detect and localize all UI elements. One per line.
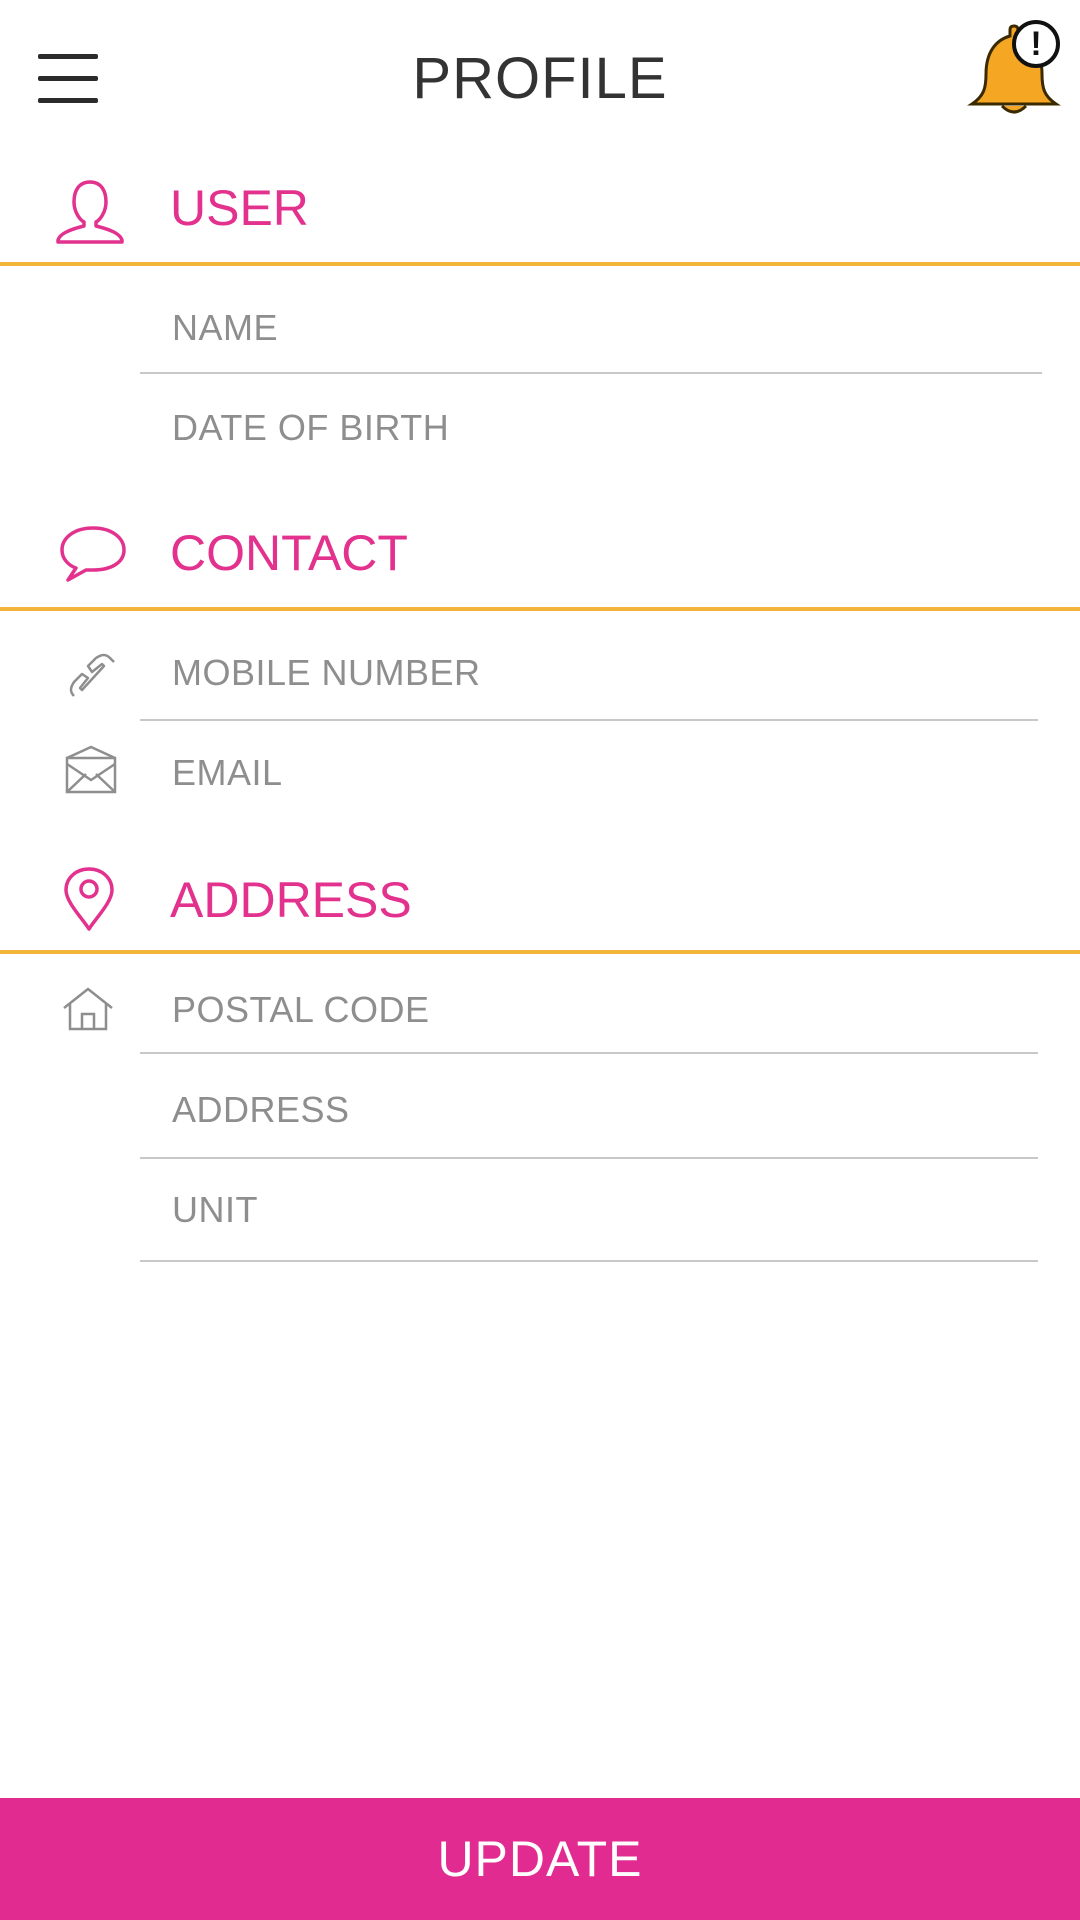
section-divider (0, 607, 1080, 611)
field-underline (140, 1157, 1038, 1159)
notification-badge: ! (1012, 20, 1060, 68)
speech-bubble-icon (58, 524, 128, 587)
email-icon (64, 744, 118, 801)
section-divider (0, 262, 1080, 266)
section-title-user: USER (170, 180, 309, 236)
field-underline (140, 719, 1038, 721)
postal-code-field[interactable]: POSTAL CODE (172, 988, 430, 1032)
field-underline (140, 1052, 1038, 1054)
notification-button[interactable]: ! (962, 16, 1072, 116)
field-underline (140, 1260, 1038, 1262)
unit-field[interactable]: UNIT (172, 1188, 258, 1232)
section-title-contact: CONTACT (170, 525, 408, 581)
name-field[interactable]: NAME (172, 306, 278, 350)
location-pin-icon (62, 866, 116, 937)
email-field[interactable]: EMAIL (172, 751, 283, 795)
page-title: PROFILE (412, 46, 668, 111)
address-field[interactable]: ADDRESS (172, 1088, 350, 1132)
phone-icon (66, 650, 118, 705)
home-icon (60, 986, 116, 1037)
field-underline (140, 372, 1042, 374)
user-icon (54, 176, 126, 251)
update-button[interactable]: UPDATE (0, 1798, 1080, 1920)
date-of-birth-field[interactable]: DATE OF BIRTH (172, 406, 449, 450)
section-divider (0, 950, 1080, 954)
section-title-address: ADDRESS (170, 872, 412, 928)
mobile-number-field[interactable]: MOBILE NUMBER (172, 651, 481, 695)
